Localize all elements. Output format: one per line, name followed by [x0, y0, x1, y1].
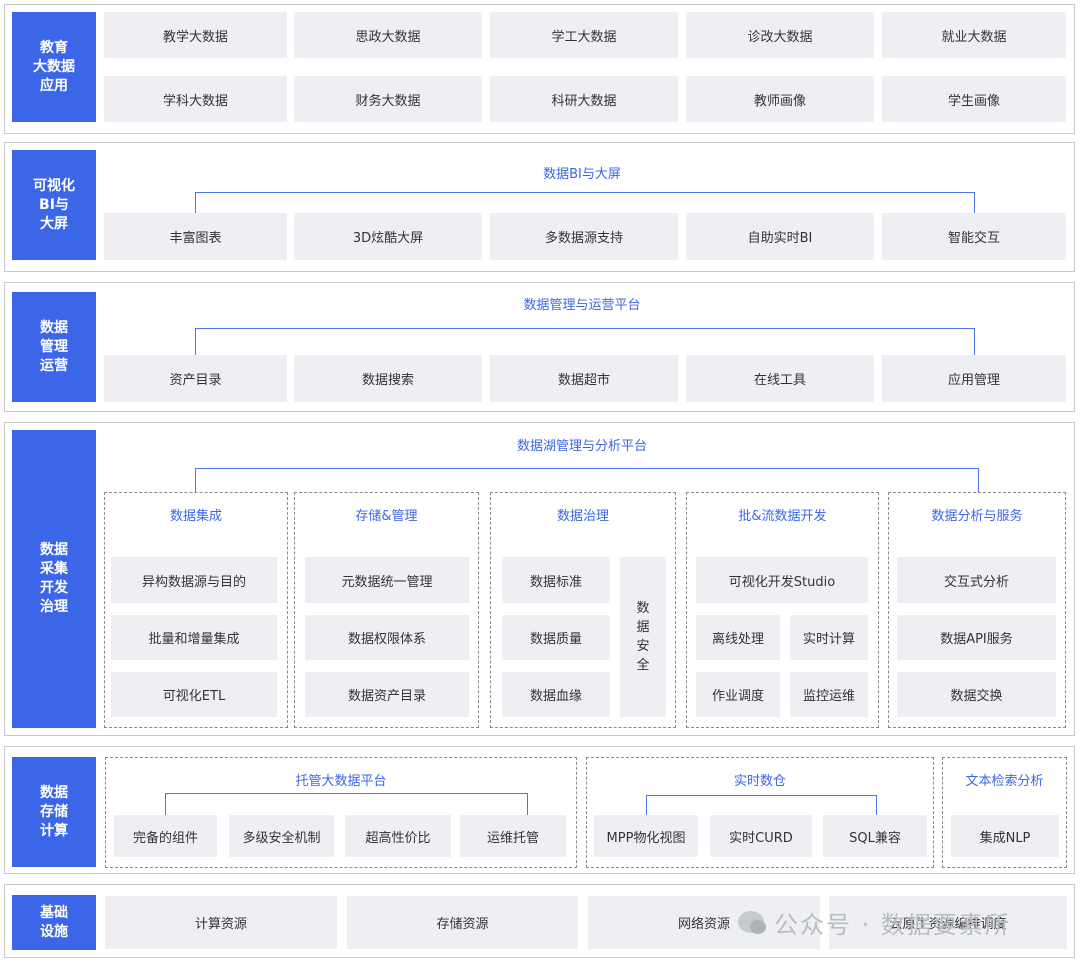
bi-item-self-service: 自助实时BI: [686, 213, 874, 260]
edu-item-teacher-profile: 教师画像: [686, 76, 874, 122]
edu-item-employment: 就业大数据: [882, 12, 1066, 58]
data-lake-connector-bracket: [195, 468, 979, 492]
bi-platform-title: 数据BI与大屏: [543, 167, 621, 182]
dev-item-scheduling: 作业调度: [696, 672, 780, 717]
hosted-item-ops: 运维托管: [460, 815, 566, 857]
bi-item-smart-interaction: 智能交互: [882, 213, 1066, 260]
data-lake-platform-title: 数据湖管理与分析平台: [516, 439, 647, 454]
edu-item-student-affairs: 学工大数据: [490, 12, 678, 58]
mgmt-item-data-search: 数据搜索: [294, 355, 482, 402]
bi-item-charts: 丰富图表: [104, 213, 287, 260]
hosted-panel-title: 托管大数据平台: [295, 774, 387, 789]
search-panel-title: 文本检索分析: [965, 774, 1044, 789]
infra-item-storage: 存储资源: [347, 896, 578, 949]
integration-item-heterogeneous: 异构数据源与目的: [111, 557, 277, 603]
mgmt-item-data-market: 数据超市: [490, 355, 678, 402]
governance-item-quality: 数据质量: [502, 615, 610, 660]
realtime-item-sql: SQL兼容: [823, 815, 927, 857]
governance-security-label: 数据安全: [636, 601, 650, 673]
realtime-item-curd: 实时CURD: [710, 815, 812, 857]
side-label-education: 教育 大数据 应用: [12, 12, 96, 122]
side-label-data-lake: 数据 采集 开发 治理: [12, 430, 96, 728]
service-item-api: 数据API服务: [897, 615, 1056, 660]
governance-panel-title: 数据治理: [556, 509, 609, 524]
infra-item-compute: 计算资源: [105, 896, 337, 949]
management-connector-bracket: [195, 328, 975, 355]
hosted-item-cost: 超高性价比: [345, 815, 451, 857]
watermark: 公众号 · 数据要素所: [738, 902, 1058, 942]
dev-panel-title: 批&流数据开发: [738, 509, 827, 524]
side-label-management: 数据 管理 运营: [12, 292, 96, 402]
side-label-infrastructure: 基础 设施: [12, 895, 96, 950]
integration-item-visual-etl: 可视化ETL: [111, 672, 277, 717]
governance-item-lineage: 数据血缘: [502, 672, 610, 717]
storage-item-asset-catalog: 数据资产目录: [305, 672, 469, 717]
bi-item-multi-source: 多数据源支持: [490, 213, 678, 260]
hosted-item-security: 多级安全机制: [229, 815, 334, 857]
dev-item-studio: 可视化开发Studio: [696, 557, 868, 603]
dev-item-monitoring: 监控运维: [790, 672, 868, 717]
hosted-item-components: 完备的组件: [114, 815, 217, 857]
mgmt-item-online-tools: 在线工具: [686, 355, 874, 402]
dev-item-offline: 离线处理: [696, 615, 780, 660]
edu-item-teaching: 教学大数据: [104, 12, 287, 58]
realtime-panel-title: 实时数仓: [733, 774, 786, 789]
dev-item-realtime: 实时计算: [790, 615, 868, 660]
storage-item-permissions: 数据权限体系: [305, 615, 469, 660]
service-item-interactive: 交互式分析: [897, 557, 1056, 603]
governance-item-security: 数据安全: [620, 557, 666, 717]
mgmt-item-asset-catalog: 资产目录: [104, 355, 287, 402]
storage-panel-title: 存储&管理: [355, 509, 418, 524]
edu-item-diagnosis: 诊改大数据: [686, 12, 874, 58]
realtime-item-mpp: MPP物化视图: [594, 815, 698, 857]
side-label-visualization: 可视化 BI与 大屏: [12, 150, 96, 260]
integration-panel-title: 数据集成: [169, 509, 222, 524]
edu-item-finance: 财务大数据: [294, 76, 482, 122]
bi-item-3d-screen: 3D炫酷大屏: [294, 213, 482, 260]
integration-item-batch-incremental: 批量和增量集成: [111, 615, 277, 660]
hosted-connector-bracket: [165, 793, 528, 815]
governance-item-standards: 数据标准: [502, 557, 610, 603]
storage-item-metadata: 元数据统一管理: [305, 557, 469, 603]
wechat-icon: [738, 911, 766, 934]
bi-connector-bracket: [195, 192, 975, 213]
search-item-nlp: 集成NLP: [951, 815, 1059, 857]
edu-item-discipline: 学科大数据: [104, 76, 287, 122]
mgmt-item-app-management: 应用管理: [882, 355, 1066, 402]
edu-item-research: 科研大数据: [490, 76, 678, 122]
service-panel-title: 数据分析与服务: [931, 509, 1023, 524]
edu-item-ideology: 思政大数据: [294, 12, 482, 58]
watermark-text: 公众号 · 数据要素所: [774, 910, 1011, 939]
side-label-storage-compute: 数据 存储 计算: [12, 757, 96, 867]
edu-item-student-profile: 学生画像: [882, 76, 1066, 122]
service-item-exchange: 数据交换: [897, 672, 1056, 717]
management-platform-title: 数据管理与运营平台: [523, 298, 641, 313]
realtime-connector-bracket: [646, 795, 877, 815]
